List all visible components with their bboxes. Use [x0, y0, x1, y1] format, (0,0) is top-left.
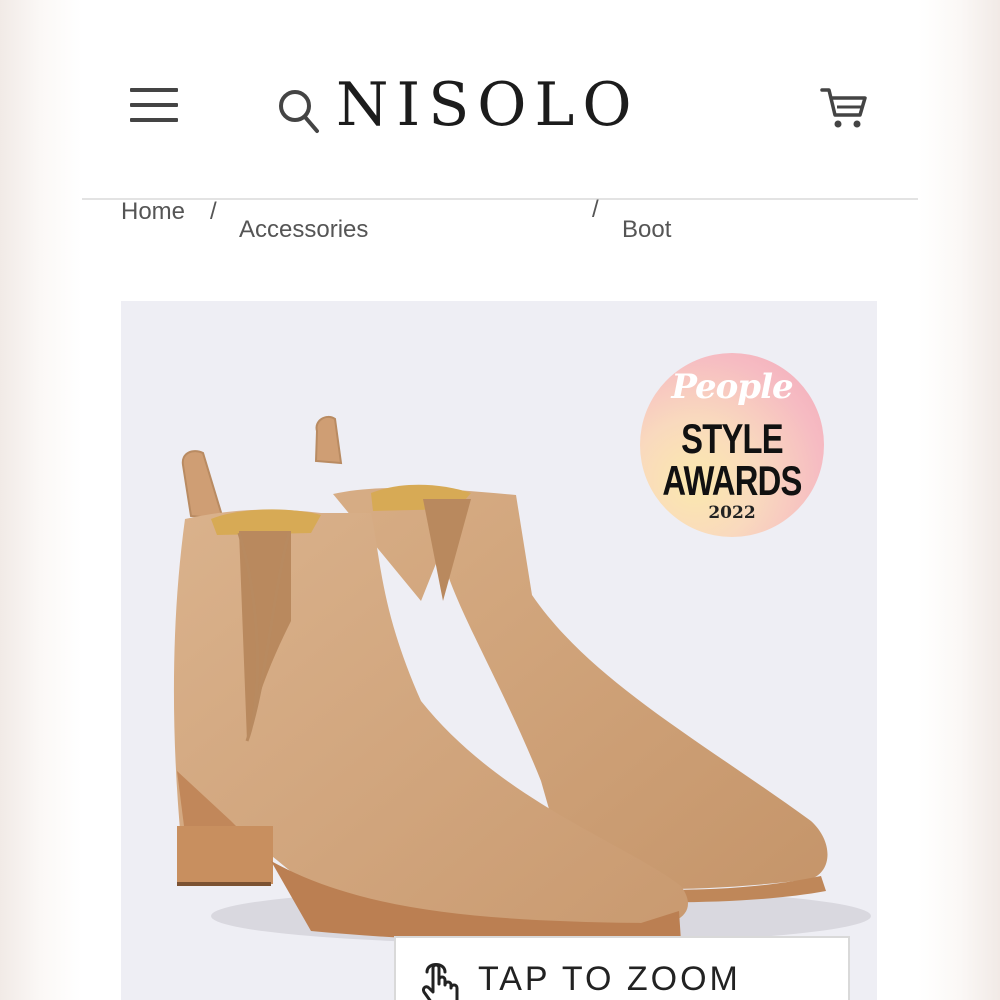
breadcrumb-separator: / [210, 198, 217, 225]
search-icon[interactable] [277, 86, 321, 134]
breadcrumb: Home / Accessories / Boot [82, 196, 918, 260]
badge-style-text: STYLE [681, 415, 783, 462]
breadcrumb-category[interactable]: Accessories [239, 216, 368, 244]
badge-awards-text: AWARDS [662, 457, 802, 504]
tap-to-zoom-label: TAP TO ZOOM [478, 960, 741, 998]
breadcrumb-product: Boot [622, 216, 672, 243]
breadcrumb-home[interactable]: Home [121, 198, 185, 226]
shopping-cart-icon[interactable] [820, 84, 868, 132]
tap-to-zoom-button[interactable]: TAP TO ZOOM [394, 936, 850, 1000]
breadcrumb-separator: / [592, 196, 599, 223]
product-page: NISOLO Home / Accessories / Boot People … [82, 0, 918, 1000]
tap-hand-icon [422, 963, 459, 1000]
breadcrumb-clipped-text [622, 200, 742, 208]
product-image[interactable]: People STYLE AWARDS 2022 [121, 301, 877, 1000]
site-header: NISOLO [82, 0, 918, 200]
people-style-awards-badge: People STYLE AWARDS 2022 [640, 353, 824, 537]
brand-logo[interactable]: NISOLO [336, 70, 640, 140]
hamburger-menu-icon[interactable] [130, 86, 178, 124]
badge-people-text: People [671, 367, 793, 407]
badge-year-text: 2022 [708, 503, 756, 523]
